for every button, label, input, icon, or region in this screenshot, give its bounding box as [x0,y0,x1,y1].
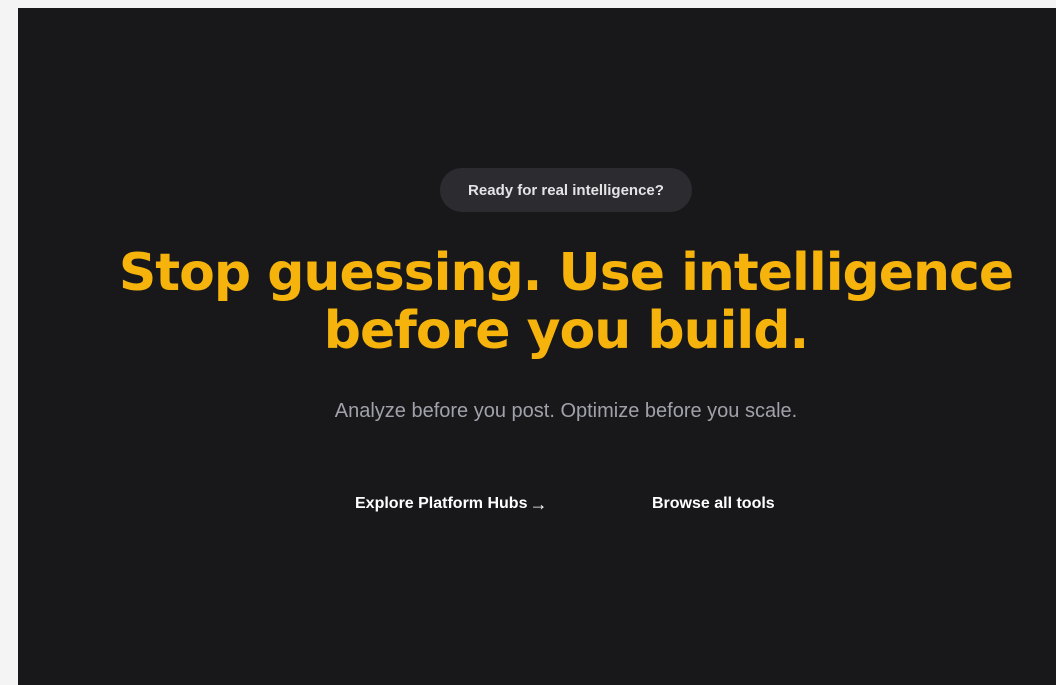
hero-badge: Ready for real intelligence? [440,168,692,212]
arrow-right-icon: → [529,494,548,514]
explore-platform-hubs-label: Explore Platform Hubs [355,495,528,512]
browse-all-tools-link[interactable]: Browse all tools [652,493,775,515]
explore-platform-hubs-link[interactable]: Explore Platform Hubs → [355,493,547,515]
hero-badge-label: Ready for real intelligence? [468,181,664,199]
page: Ready for real intelligence? Stop guessi… [0,0,1056,685]
browse-all-tools-label: Browse all tools [652,495,775,512]
hero-section: Ready for real intelligence? Stop guessi… [18,8,1056,685]
hero-headline-line-2: before you build. [323,301,809,361]
hero-headline: Stop guessing. Use intelligence before y… [18,244,1056,360]
hero-headline-line-1: Stop guessing. Use intelligence [118,243,1014,303]
hero-subtitle: Analyze before you post. Optimize before… [334,400,798,422]
